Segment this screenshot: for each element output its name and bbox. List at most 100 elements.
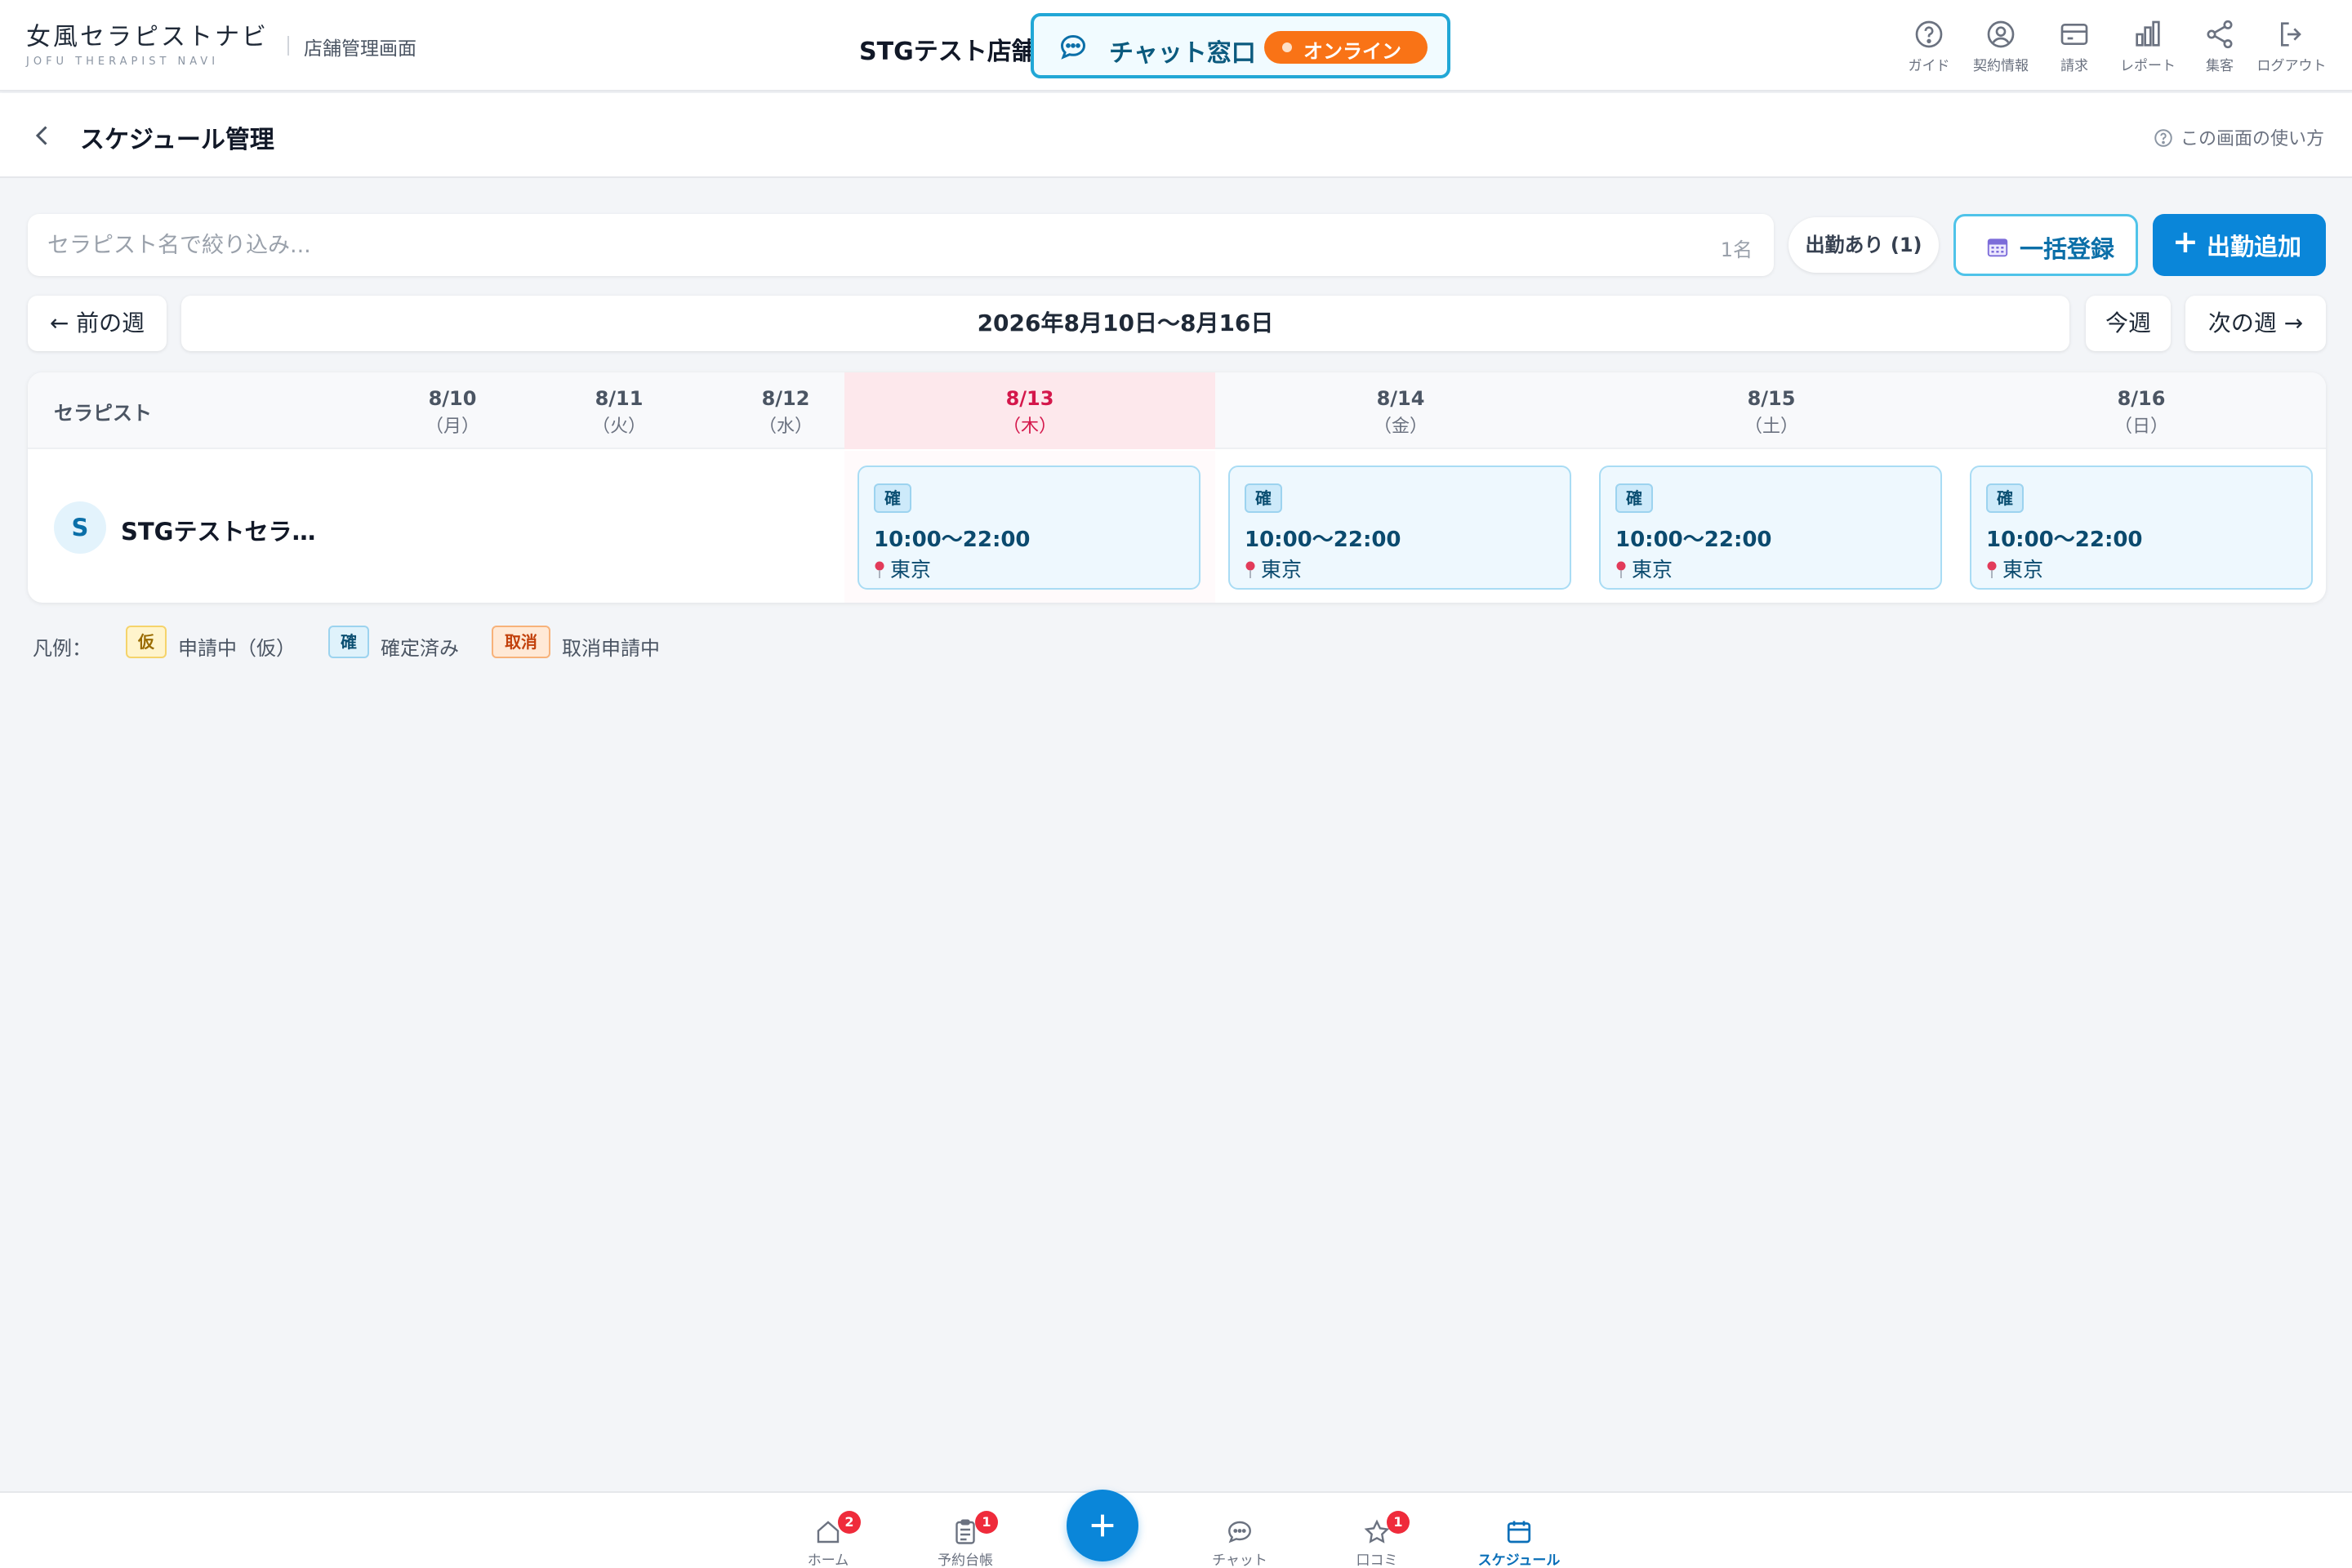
has-shift-filter-button[interactable]: 出勤あり (1) [1788, 217, 1939, 273]
provisional-badge: 仮 [126, 626, 167, 658]
shift-card[interactable]: 確 10:00〜22:00 東京 [1970, 466, 2313, 590]
header-nav-label: レポート [2120, 58, 2176, 74]
shift-location-label: 東京 [1632, 558, 1673, 581]
shift-location: 東京 [1986, 554, 2043, 583]
help-link-label: この画面の使い方 [2180, 129, 2324, 149]
chat-bubble-icon [1060, 34, 1086, 60]
bottom-nav-label: ホーム [807, 1552, 849, 1568]
header-nav-logout[interactable]: ログアウト [2251, 18, 2332, 74]
add-shift-label: 出勤追加 [2207, 233, 2302, 261]
header-nav-label: ガイド [1908, 58, 1950, 74]
page-header: スケジュール管理 この画面の使い方 [0, 93, 2352, 178]
therapist-search: 1名 [28, 214, 1774, 276]
quick-add-button[interactable] [1067, 1490, 1138, 1561]
bottom-nav-home[interactable]: 2 ホーム [779, 1511, 877, 1568]
header-nav-billing[interactable]: 請求 [2034, 18, 2115, 74]
day-header: 8/11 （火） [536, 372, 702, 449]
calendar-icon [1987, 238, 2008, 257]
header-nav-label: 集客 [2206, 58, 2234, 74]
day-weekday: （金） [1373, 416, 1428, 437]
shift-location-label: 東京 [1261, 558, 1303, 581]
day-weekday: （木） [1002, 416, 1057, 437]
shift-card[interactable]: 確 10:00〜22:00 東京 [1599, 466, 1942, 590]
shift-time: 10:00〜22:00 [1986, 528, 2143, 552]
cancel-badge: 取消 [492, 626, 550, 658]
shift-card[interactable]: 確 10:00〜22:00 東京 [1228, 466, 1571, 590]
bottom-nav-schedule[interactable]: スケジュール [1470, 1517, 1568, 1568]
avatar: S [54, 501, 106, 554]
header-nav-label: 契約情報 [1973, 58, 2029, 74]
shift-location-label: 東京 [2002, 558, 2044, 581]
top-header: 女風セラピストナビ JOFU THERAPIST NAVI 店舗管理画面 STG… [0, 0, 2352, 91]
table-header: セラピスト 8/10 （月） 8/11 （火） 8/12 （水） 8/13 （木… [28, 372, 2326, 449]
day-date: 8/15 [1747, 387, 1796, 410]
bottom-nav-label: スケジュール [1477, 1552, 1561, 1568]
confirmed-badge: 確 [1245, 483, 1282, 513]
confirmed-badge: 確 [1986, 483, 2024, 513]
next-week-button[interactable]: 次の週 → [2185, 296, 2326, 351]
question-circle-icon [2154, 129, 2172, 147]
bulk-register-label: 一括登録 [2020, 235, 2115, 263]
bottom-nav-chat[interactable]: チャット [1191, 1517, 1289, 1568]
confirmed-badge: 確 [874, 483, 911, 513]
bar-chart-icon [2136, 20, 2160, 47]
notification-badge: 2 [838, 1511, 861, 1534]
header-nav-report[interactable]: レポート [2107, 18, 2189, 74]
bottom-nav-reviews[interactable]: 1 口コミ [1328, 1511, 1426, 1568]
this-week-button[interactable]: 今週 [2086, 296, 2171, 351]
store-name: STGテスト店舗 [859, 38, 1036, 66]
header-nav-label: 請求 [2060, 58, 2088, 74]
confirmed-badge: 確 [1615, 483, 1653, 513]
status-dot [1282, 42, 1292, 52]
online-status-label: オンライン [1303, 40, 1401, 63]
store-screen-label: 店舗管理画面 [304, 38, 416, 60]
chat-window-button[interactable]: チャット窓口 オンライン [1031, 13, 1450, 78]
logout-icon [2281, 22, 2301, 47]
logo[interactable]: 女風セラピストナビ JOFU THERAPIST NAVI [26, 16, 269, 68]
header-nav-label: ログアウト [2256, 58, 2327, 74]
plus-icon [1091, 1514, 1114, 1537]
day-header: 8/16 （日） [1957, 372, 2326, 449]
legend-title: 凡例： [33, 637, 91, 660]
day-date: 8/14 [1376, 387, 1425, 410]
day-date: 8/16 [2117, 387, 2166, 410]
map-pin-icon [875, 561, 884, 578]
bulk-register-button[interactable]: 一括登録 [1953, 214, 2138, 276]
help-link[interactable]: この画面の使い方 [2153, 124, 2324, 150]
confirmed-badge: 確 [328, 626, 369, 658]
schedule-table: セラピスト 8/10 （月） 8/11 （火） 8/12 （水） 8/13 （木… [28, 372, 2326, 603]
plus-icon: + [2172, 224, 2198, 260]
header-nav-guide[interactable]: ガイド [1888, 18, 1970, 74]
shift-time: 10:00〜22:00 [874, 528, 1031, 552]
bottom-nav-reservations[interactable]: 1 予約台帳 [916, 1511, 1014, 1568]
bottom-nav-label: 予約台帳 [938, 1552, 993, 1568]
therapist-name[interactable]: STGテストセラ… [121, 513, 315, 547]
header-nav-marketing[interactable]: 集客 [2179, 18, 2261, 74]
shift-card[interactable]: 確 10:00〜22:00 東京 [858, 466, 1200, 590]
result-count: 1名 [1720, 238, 1753, 261]
week-range-label: 2026年8月10日〜8月16日 [181, 296, 2069, 351]
day-weekday: （月） [425, 416, 479, 437]
credit-card-icon [2060, 24, 2088, 45]
shift-location: 東京 [1615, 554, 1673, 583]
shift-location-label: 東京 [890, 558, 932, 581]
bottom-nav: 2 ホーム 1 予約台帳 チャット 1 口コミ スケジュール [0, 1491, 2352, 1568]
logo-subtext: JOFU THERAPIST NAVI [26, 56, 220, 68]
add-shift-button[interactable]: + 出勤追加 [2153, 214, 2326, 276]
therapist-search-input[interactable] [47, 229, 1599, 261]
chevron-left-icon[interactable] [28, 121, 57, 150]
shift-location: 東京 [1245, 554, 1302, 583]
notification-badge: 1 [1387, 1511, 1410, 1534]
online-status-badge: オンライン [1264, 31, 1428, 64]
header-nav-contract[interactable]: 契約情報 [1960, 18, 2042, 74]
logo-text: 女風セラピストナビ [26, 23, 269, 51]
day-weekday: （土） [1744, 416, 1798, 437]
chat-icon [1228, 1521, 1251, 1544]
calendar-icon [1507, 1521, 1531, 1544]
map-pin-icon [1245, 561, 1255, 578]
legend-cancel-label: 取消申請中 [562, 637, 660, 660]
shift-time: 10:00〜22:00 [1615, 528, 1772, 552]
therapist-column-header: セラピスト [54, 402, 152, 425]
share-icon [2207, 20, 2233, 49]
prev-week-button[interactable]: ← 前の週 [28, 296, 167, 351]
